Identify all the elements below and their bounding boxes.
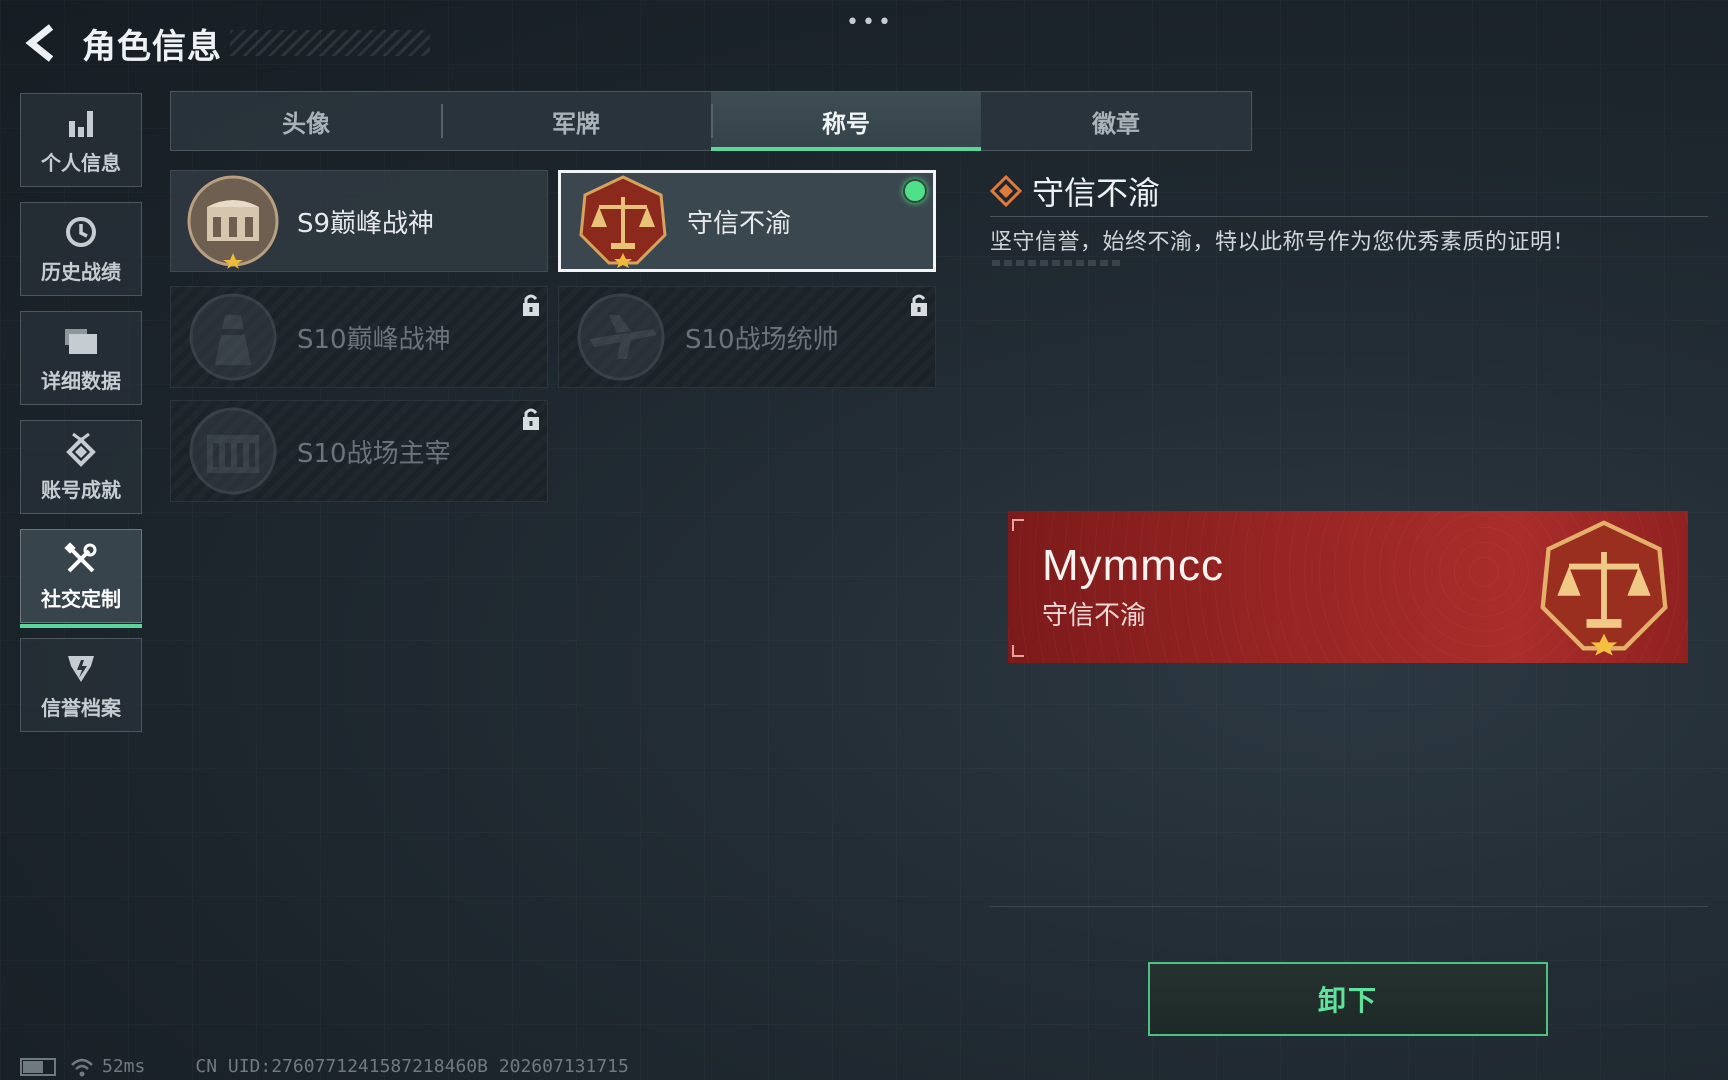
unequip-label: 卸下 (1317, 984, 1378, 1017)
detail-description: 坚守信誉，始终不渝，特以此称号作为您优秀素质的证明！ (990, 230, 1576, 255)
tab-title[interactable]: 称号 (711, 92, 981, 151)
detail-title: 守信不渝 (1032, 174, 1161, 212)
folder-icon (65, 328, 97, 354)
preview-player-name: Mymmcc (1042, 541, 1224, 590)
unequip-button[interactable]: 卸下 (1148, 962, 1548, 1036)
aircraft-emblem-icon (577, 293, 665, 381)
title-card-s10-battlefield-commander[interactable]: S10战场统帅 (558, 286, 936, 388)
category-tabs: 头像 军牌 称号 徽章 (170, 91, 1252, 151)
page-title: 角色信息 (82, 26, 222, 67)
title-card-s9-peak-god[interactable]: S9巅峰战神 (170, 170, 548, 272)
colosseum-emblem-icon (187, 175, 279, 269)
title-card-name: S10巅峰战神 (297, 324, 451, 355)
page-header: 角色信息 (20, 18, 430, 68)
sidebar-item-personal-info[interactable]: 个人信息 (20, 93, 142, 187)
title-preview-banner: Mymmcc 守信不渝 (1008, 511, 1688, 663)
sidebar-item-label: 详细数据 (41, 368, 121, 393)
sidebar-item-credit-file[interactable]: 信誉档案 (20, 638, 142, 732)
title-card-name: S9巅峰战神 (297, 208, 435, 239)
title-card-s10-peak-god[interactable]: S10巅峰战神 (170, 286, 548, 388)
title-card-s10-battlefield-dominator[interactable]: S10战场主宰 (170, 400, 548, 502)
tab-avatar[interactable]: 头像 (171, 92, 441, 150)
scales-emblem-icon (579, 175, 667, 268)
battery-icon (20, 1057, 56, 1076)
back-button[interactable] (20, 21, 60, 65)
sidebar-item-label: 信誉档案 (41, 695, 121, 720)
lock-icon (523, 294, 539, 316)
credit-shield-icon (68, 655, 94, 682)
ping-text: 52ms (102, 1056, 146, 1077)
title-card-keep-faith[interactable]: 守信不渝 (558, 170, 936, 272)
sidebar-item-social-custom[interactable]: 社交定制 (20, 529, 142, 628)
status-bar: 52ms CN UID:2760771241587218460B 2026071… (20, 1056, 629, 1077)
detail-divider (990, 216, 1708, 217)
preview-title-text: 守信不渝 (1042, 601, 1147, 631)
history-clock-icon (66, 216, 96, 247)
header-decoration (230, 30, 430, 56)
bar-chart-icon (69, 110, 93, 137)
tab-badge[interactable]: 徽章 (981, 92, 1251, 150)
sidebar: 个人信息 历史战绩 详细数据 账号成就 社交定制 信誉档案 (20, 93, 144, 747)
diamond-title-icon (990, 175, 1022, 207)
lock-icon (523, 408, 539, 430)
arena-emblem-icon (189, 407, 277, 495)
tools-icon (64, 541, 97, 572)
sidebar-item-label: 社交定制 (41, 586, 121, 611)
sidebar-item-achievements[interactable]: 账号成就 (20, 420, 142, 514)
sidebar-item-history[interactable]: 历史战绩 (20, 202, 142, 296)
wifi-icon (71, 1058, 93, 1076)
tower-emblem-icon (189, 293, 277, 381)
panel-divider (990, 906, 1708, 907)
back-arrow-icon (25, 24, 54, 62)
sidebar-item-detail-data[interactable]: 详细数据 (20, 311, 142, 405)
sidebar-item-label: 历史战绩 (41, 259, 121, 284)
tab-dogtag[interactable]: 军牌 (441, 92, 711, 150)
detail-header: 守信不渝 (990, 168, 1160, 214)
sidebar-item-label: 个人信息 (41, 150, 121, 175)
sidebar-item-label: 账号成就 (41, 477, 121, 502)
achievement-badge-icon (66, 432, 96, 467)
title-card-name: 守信不渝 (687, 208, 792, 239)
scales-emblem-icon (1540, 520, 1668, 656)
title-card-name: S10战场统帅 (685, 324, 839, 355)
title-card-name: S10战场主宰 (297, 438, 451, 469)
uid-text: CN UID:2760771241587218460B 202607131715 (195, 1056, 629, 1077)
more-menu-dots[interactable]: ••• (846, 10, 894, 35)
banner-corner (1012, 519, 1024, 531)
lock-icon (911, 294, 927, 316)
description-decoration (992, 260, 1124, 266)
banner-corner (1012, 645, 1024, 657)
equipped-indicator (903, 179, 927, 203)
